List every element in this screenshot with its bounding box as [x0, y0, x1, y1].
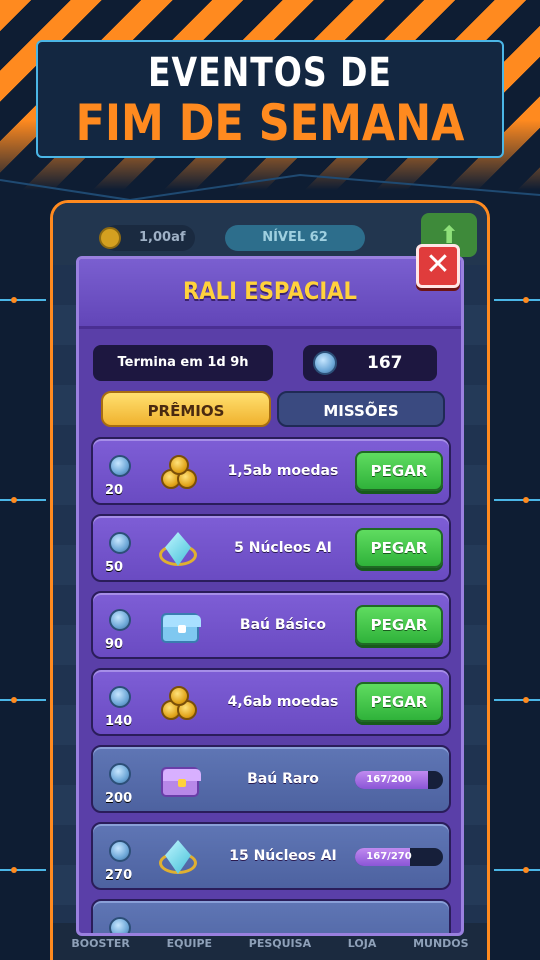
claim-button[interactable]: PEGAR [355, 682, 443, 722]
token-icon [109, 532, 131, 554]
prize-row: 140 4,6ab moedas PEGAR [91, 668, 451, 736]
coin-balance-value: 1,00af [139, 230, 186, 245]
nav-loja[interactable]: LOJA [348, 937, 377, 950]
coin-balance: 1,00af [99, 225, 195, 251]
tab-missions[interactable]: MISSÕES [277, 391, 445, 427]
close-button[interactable]: ✕ [416, 244, 460, 288]
prize-row: 90 Baú Básico PEGAR [91, 591, 451, 659]
prize-label: 4,6ab moedas [227, 694, 339, 710]
prize-cost: 90 [105, 637, 124, 652]
promo-title-line1: EVENTOS DE [147, 50, 392, 96]
token-icon [109, 455, 131, 477]
token-icon [109, 917, 131, 933]
prize-cost: 50 [105, 560, 124, 575]
token-balance: 167 [303, 345, 437, 381]
progress-text: 167/270 [366, 851, 412, 862]
modal-title: RALI ESPACIAL [183, 277, 357, 305]
prize-cost: 270 [105, 868, 133, 883]
prize-label: Baú Raro [247, 771, 319, 787]
event-timer: Termina em 1d 9h [93, 345, 273, 381]
modal-header: RALI ESPACIAL [79, 259, 461, 329]
tab-prizes[interactable]: PRÊMIOS [101, 391, 271, 427]
level-badge: NÍVEL 62 [225, 225, 365, 251]
nav-mundos[interactable]: MUNDOS [413, 937, 469, 950]
token-icon [109, 609, 131, 631]
coins-icon [159, 684, 199, 724]
progress-bar: 167/200 [355, 771, 443, 789]
event-info-row: Termina em 1d 9h 167 [93, 345, 451, 381]
prize-cost: 200 [105, 791, 133, 806]
modal-tabs: PRÊMIOS MISSÕES [101, 391, 445, 427]
promo-title-line2: FIM DE SEMANA [75, 94, 465, 152]
claim-button[interactable]: PEGAR [355, 605, 443, 645]
promo-title-box: EVENTOS DE FIM DE SEMANA [36, 40, 504, 158]
token-icon [109, 840, 131, 862]
progress-bar: 167/270 [355, 848, 443, 866]
coins-icon [159, 453, 199, 493]
coin-icon [99, 227, 121, 249]
claim-button[interactable]: PEGAR [355, 528, 443, 568]
prize-label: 1,5ab moedas [227, 463, 339, 479]
token-icon [109, 686, 131, 708]
progress-text: 167/200 [366, 774, 412, 785]
prize-label: 5 Núcleos AI [234, 540, 332, 556]
prize-label: 15 Núcleos AI [229, 848, 337, 864]
prize-row: 50 5 Núcleos AI PEGAR [91, 514, 451, 582]
nav-pesquisa[interactable]: PESQUISA [249, 937, 311, 950]
event-modal: RALI ESPACIAL Termina em 1d 9h 167 PRÊMI… [76, 256, 464, 936]
prize-cost: 20 [105, 483, 124, 498]
claim-button[interactable]: PEGAR [355, 451, 443, 491]
prize-row-partial [91, 899, 451, 933]
gem-icon [159, 530, 199, 570]
token-balance-value: 167 [367, 353, 403, 373]
rare-chest-icon [159, 761, 201, 801]
token-icon [109, 763, 131, 785]
nav-equipe[interactable]: EQUIPE [167, 937, 212, 950]
prize-cost: 140 [105, 714, 133, 729]
nav-booster[interactable]: BOOSTER [71, 937, 130, 950]
gem-icon [159, 838, 199, 878]
token-icon [313, 351, 337, 375]
prize-row: 20 1,5ab moedas PEGAR [91, 437, 451, 505]
basic-chest-icon [159, 607, 201, 647]
prize-label: Baú Básico [239, 617, 327, 633]
prize-row: 270 15 Núcleos AI 167/270 [91, 822, 451, 890]
prize-row: 200 Baú Raro 167/200 [91, 745, 451, 813]
